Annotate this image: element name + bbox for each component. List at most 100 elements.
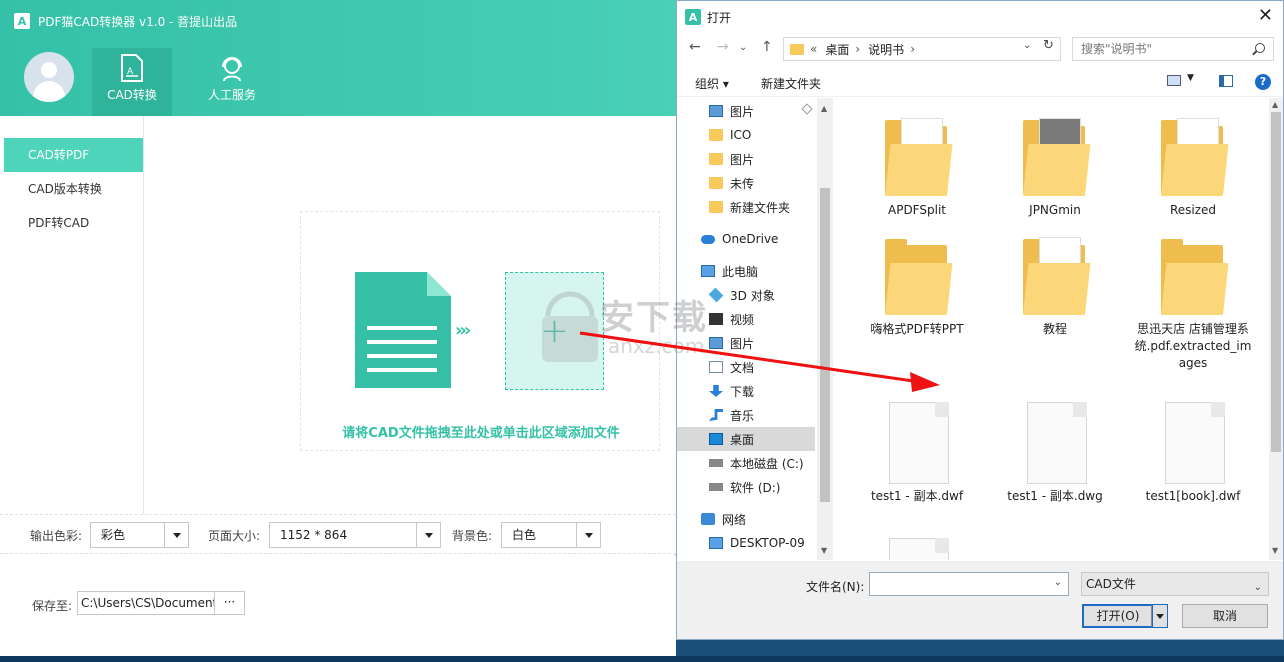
file-list-scrollbar[interactable]: ▲ ▼ [1269, 98, 1283, 560]
scroll-thumb[interactable] [1271, 112, 1281, 452]
filetype-select[interactable]: CAD文件 ⌄ [1081, 572, 1269, 596]
scroll-thumb[interactable] [820, 188, 830, 502]
file-name: 教程 [1042, 322, 1067, 336]
nav-item-network[interactable]: 网络 [677, 507, 815, 531]
user-avatar[interactable] [24, 52, 74, 102]
file-item-extracted-images[interactable]: 思迅天店 店铺管理系统.pdf.extracted_images [1131, 235, 1255, 372]
nav-label: 网络 [722, 512, 747, 527]
preview-pane-icon[interactable] [1219, 75, 1233, 87]
nav-label: 下载 [730, 384, 755, 399]
new-folder-button[interactable]: 新建文件夹 [761, 75, 821, 92]
refresh-icon[interactable]: ↻ [1043, 38, 1054, 53]
function-menu: CAD转PDF CAD版本转换 PDF转CAD [4, 116, 144, 514]
filename-input[interactable]: ⌄ [869, 572, 1069, 596]
nav-item-desktop[interactable]: 桌面 [677, 427, 815, 451]
file-item-test1-copy-dwg[interactable]: test1 - 副本.dwg [993, 402, 1117, 505]
scroll-up-icon[interactable]: ▲ [1272, 100, 1278, 109]
dialog-title: 打开 [707, 11, 732, 25]
save-path-input[interactable]: C:\Users\CS\Documents [77, 591, 215, 615]
file-item-jpngmin[interactable]: JPNGmin [993, 116, 1117, 219]
nav-item-ico[interactable]: ICO [677, 123, 815, 147]
organize-button[interactable]: 组织 ▾ [695, 75, 729, 92]
folder-icon [709, 177, 723, 189]
back-icon[interactable]: ← [689, 39, 701, 55]
nav-item-new-folder[interactable]: 新建文件夹 [677, 195, 815, 219]
output-options: 输出色彩: 彩色 页面大小: 1152 * 864 背景色: 白色 [0, 514, 676, 554]
dialog-title-bar: A 打开 ✕ [677, 1, 1283, 33]
breadcrumb-overflow[interactable]: « [810, 42, 817, 56]
menu-item-pdf-to-cad[interactable]: PDF转CAD [4, 206, 143, 240]
chevron-down-icon[interactable]: ⌄ [1054, 577, 1062, 588]
file-item-apdfsplit[interactable]: APDFSplit [855, 116, 979, 219]
file-item-tutorial[interactable]: 教程 [993, 235, 1117, 338]
open-options-chevron-icon[interactable] [1151, 605, 1167, 627]
file-icon [1023, 402, 1087, 484]
breadcrumb-desktop[interactable]: 桌面 [825, 41, 849, 58]
nav-item-local-disk-c[interactable]: 本地磁盘 (C:) [677, 451, 815, 475]
search-input[interactable]: 搜索"说明书" [1072, 37, 1274, 61]
view-icon[interactable] [1167, 75, 1181, 86]
chevrons-right-icon: ››› [455, 320, 471, 341]
tab-cad-convert[interactable]: A CAD转换 [92, 48, 172, 116]
tab-support[interactable]: 人工服务 [192, 48, 272, 116]
file-icon [885, 402, 949, 484]
address-row: ← → ⌄ ↑ « 桌面 › 说明书 › ⌄ ↻ 搜索"说明书" [677, 35, 1283, 63]
forward-icon[interactable]: → [717, 39, 729, 55]
open-button-label: 打开(O) [1083, 605, 1153, 627]
address-bar[interactable]: « 桌面 › 说明书 › [783, 37, 1061, 61]
file-item-test1-book-dwf[interactable]: test1[book].dwf [1131, 402, 1255, 505]
color-label: 输出色彩: [30, 529, 83, 543]
nav-item-music[interactable]: 音乐 [677, 403, 815, 427]
taskbar-edge [0, 656, 1284, 662]
breadcrumb-manual[interactable]: 说明书 [868, 41, 904, 58]
close-icon[interactable]: ✕ [1258, 7, 1273, 25]
browse-button[interactable]: ··· [215, 591, 245, 615]
page-size-select[interactable]: 1152 * 864 [269, 522, 441, 548]
chevron-down-icon[interactable]: ▼ [1187, 73, 1194, 83]
file-item-test1-copy-dwf[interactable]: test1 - 副本.dwf [855, 402, 979, 505]
nav-item-pictures-folder[interactable]: 图片 [677, 147, 815, 171]
nav-item-software-d[interactable]: 软件 (D:) [677, 475, 815, 499]
cloud-icon [701, 234, 715, 244]
color-select[interactable]: 彩色 [90, 522, 189, 548]
document-icon [355, 272, 451, 388]
nav-scrollbar[interactable]: ▲ ▼ [817, 98, 833, 560]
menu-item-cad-version[interactable]: CAD版本转换 [4, 172, 143, 206]
folder-icon [1023, 235, 1091, 315]
cancel-button[interactable]: 取消 [1182, 604, 1268, 628]
file-list: APDFSplit JPNGmin Resized 嗨格式PDF转PPT 教程 … [835, 98, 1269, 560]
chevron-down-icon[interactable] [576, 523, 600, 547]
chevron-down-icon[interactable] [164, 523, 188, 547]
tab-cad-convert-label: CAD转换 [107, 88, 157, 102]
menu-item-cad-to-pdf[interactable]: CAD转PDF [4, 138, 143, 172]
nav-item-not-uploaded[interactable]: 未传 [677, 171, 815, 195]
bg-color-select[interactable]: 白色 [501, 522, 601, 548]
help-icon[interactable]: ? [1255, 74, 1271, 90]
file-item-resized[interactable]: Resized [1131, 116, 1255, 219]
file-icon [885, 538, 949, 560]
file-item-hi-format[interactable]: 嗨格式PDF转PPT [855, 235, 979, 338]
file-name: JPNGmin [1029, 203, 1081, 217]
save-label: 保存至: [32, 599, 73, 613]
pin-icon[interactable] [801, 103, 813, 115]
music-icon [709, 409, 723, 421]
up-icon[interactable]: ↑ [761, 39, 773, 55]
chevron-down-icon[interactable]: ⌄ [1254, 577, 1262, 599]
scroll-up-icon[interactable]: ▲ [821, 104, 827, 113]
history-chevron-icon[interactable]: ⌄ [739, 42, 747, 53]
chevron-down-icon[interactable] [416, 523, 440, 547]
nav-item-this-pc[interactable]: 此电脑 [677, 259, 815, 283]
open-button[interactable]: 打开(O) [1082, 604, 1168, 628]
drop-hint-text: 请将CAD文件拖拽至此处或单击此区域添加文件 [342, 426, 620, 441]
chevron-down-icon[interactable]: ⌄ [1023, 40, 1031, 51]
nav-item-onedrive[interactable]: OneDrive [677, 227, 815, 251]
app-logo-icon: A [685, 9, 701, 25]
scroll-down-icon[interactable]: ▼ [821, 546, 827, 555]
nav-item-downloads[interactable]: 下载 [677, 379, 815, 403]
nav-item-pictures-pinned[interactable]: 图片 [677, 99, 815, 123]
watermark-subtext: anxz.com [608, 334, 705, 358]
scroll-down-icon[interactable]: ▼ [1272, 546, 1278, 555]
file-item-partial[interactable] [855, 538, 979, 560]
nav-label: 音乐 [730, 408, 755, 423]
nav-item-desktop-09[interactable]: DESKTOP-09 [677, 531, 815, 555]
